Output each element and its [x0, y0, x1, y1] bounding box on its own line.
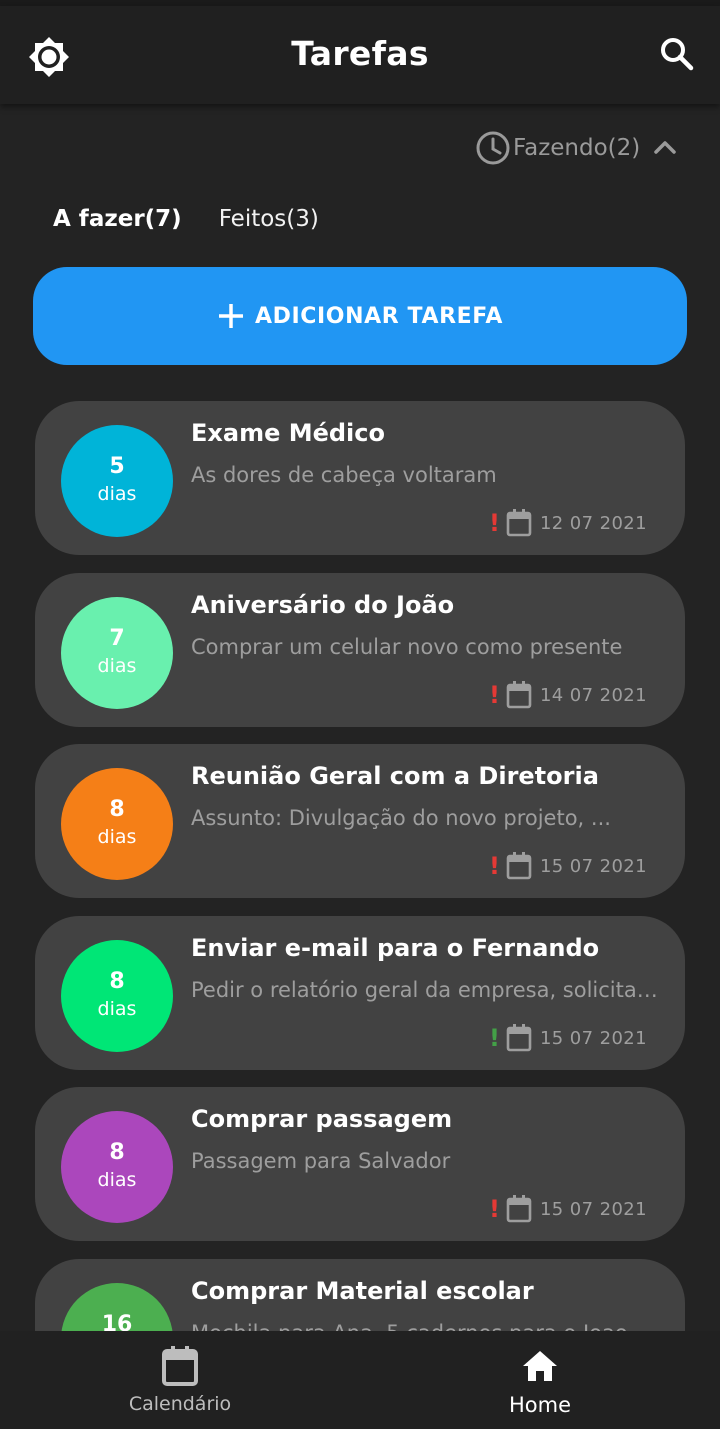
- task-card[interactable]: 8 dias Enviar e-mail para o Fernando Pedir …: [35, 916, 685, 1070]
- days-count: 7: [109, 626, 125, 651]
- main-content: Fazendo(2) A fazer(7) Feitos(3) ADICIONA…: [0, 104, 720, 1331]
- nav-calendar[interactable]: Calendário: [0, 1331, 360, 1429]
- days-count: 8: [109, 797, 125, 822]
- task-date: 15 07 2021: [539, 855, 647, 877]
- task-card[interactable]: 5 dias Exame Médico As dores de cabeça volt…: [35, 401, 685, 555]
- calendar-icon: [506, 681, 532, 709]
- days-unit: dias: [97, 998, 137, 1020]
- task-meta: ! 15 07 2021: [489, 852, 647, 880]
- doing-label: Fazendo(2): [513, 135, 641, 161]
- task-description: Assunto: Divulgação do novo projeto, ...: [191, 806, 611, 830]
- priority-icon: !: [488, 1195, 500, 1223]
- priority-icon: !: [488, 681, 500, 709]
- page-title: Tarefas: [291, 34, 429, 73]
- calendar-icon: [506, 1024, 532, 1052]
- task-description: Mochila para Ana, 5 cadernos para o Joao: [191, 1321, 663, 1331]
- days-count: 8: [109, 1140, 125, 1165]
- tab-todo[interactable]: A fazer(7): [53, 206, 182, 232]
- task-title: Comprar passagem: [191, 1105, 453, 1133]
- task-card[interactable]: 8 dias Comprar passagem Passagem para Salva…: [35, 1087, 685, 1241]
- task-title: Enviar e-mail para o Fernando: [191, 934, 600, 962]
- calendar-icon: [162, 1346, 198, 1386]
- task-title: Reunião Geral com a Diretoria: [191, 762, 599, 790]
- nav-home-label: Home: [508, 1393, 571, 1417]
- task-meta: ! 12 07 2021: [489, 509, 647, 537]
- days-count: 8: [109, 969, 125, 994]
- task-date: 12 07 2021: [539, 512, 647, 534]
- days-unit: dias: [97, 483, 137, 505]
- calendar-icon: [506, 852, 532, 880]
- task-title: Comprar Material escolar: [191, 1277, 534, 1305]
- task-title: Aniversário do João: [191, 591, 455, 619]
- task-card[interactable]: 16dias Comprar Material escolar Mochila pa…: [35, 1259, 685, 1331]
- task-date: 15 07 2021: [539, 1198, 647, 1220]
- task-card[interactable]: 7 dias Aniversário do João Comprar um celul…: [35, 573, 685, 727]
- home-icon: [523, 1351, 557, 1381]
- priority-icon: !: [488, 852, 500, 880]
- days-unit: dias: [97, 826, 137, 848]
- days-remaining-badge: 8 dias: [61, 1111, 173, 1223]
- days-count: 5: [109, 454, 125, 479]
- app-bar: Tarefas: [0, 6, 720, 104]
- days-unit: dias: [97, 1169, 137, 1191]
- days-remaining-badge: 16dias: [61, 1283, 173, 1331]
- task-card[interactable]: 8 dias Reunião Geral com a Diretoria Assunt…: [35, 744, 685, 898]
- task-meta: ! 15 07 2021: [489, 1195, 647, 1223]
- nav-home[interactable]: Home: [360, 1331, 720, 1429]
- task-tabs: A fazer(7) Feitos(3): [53, 206, 319, 232]
- clock-icon: [476, 131, 510, 165]
- task-description: Passagem para Salvador: [191, 1149, 451, 1173]
- bottom-nav: Calendário Home: [0, 1331, 720, 1429]
- days-remaining-badge: 8 dias: [61, 940, 173, 1052]
- days-count: 16: [101, 1312, 133, 1331]
- plus-icon: [219, 304, 243, 328]
- task-meta: ! 15 07 2021: [489, 1024, 647, 1052]
- calendar-icon: [506, 1195, 532, 1223]
- add-task-button[interactable]: ADICIONAR TAREFA: [33, 267, 687, 365]
- priority-icon: !: [488, 509, 500, 537]
- add-task-label: ADICIONAR TAREFA: [255, 303, 503, 329]
- days-remaining-badge: 5 dias: [61, 425, 173, 537]
- task-description: As dores de cabeça voltaram: [191, 463, 497, 487]
- chevron-up-icon: [654, 141, 677, 154]
- task-date: 14 07 2021: [539, 684, 647, 706]
- task-title: Exame Médico: [191, 419, 385, 447]
- days-remaining-badge: 7 dias: [61, 597, 173, 709]
- search-button[interactable]: [656, 34, 700, 78]
- task-date: 15 07 2021: [539, 1027, 647, 1049]
- calendar-icon: [506, 509, 532, 537]
- task-meta: ! 14 07 2021: [489, 681, 647, 709]
- doing-toggle[interactable]: Fazendo(2): [475, 130, 678, 166]
- days-unit: dias: [97, 655, 137, 677]
- task-description: Comprar um celular novo como presente: [191, 635, 623, 659]
- nav-calendar-label: Calendário: [128, 1393, 232, 1415]
- priority-icon: !: [488, 1024, 500, 1052]
- tab-done[interactable]: Feitos(3): [219, 206, 319, 232]
- task-description: Pedir o relatório geral da empresa, soli…: [191, 978, 663, 1002]
- search-icon: [661, 38, 694, 71]
- days-remaining-badge: 8 dias: [61, 768, 173, 880]
